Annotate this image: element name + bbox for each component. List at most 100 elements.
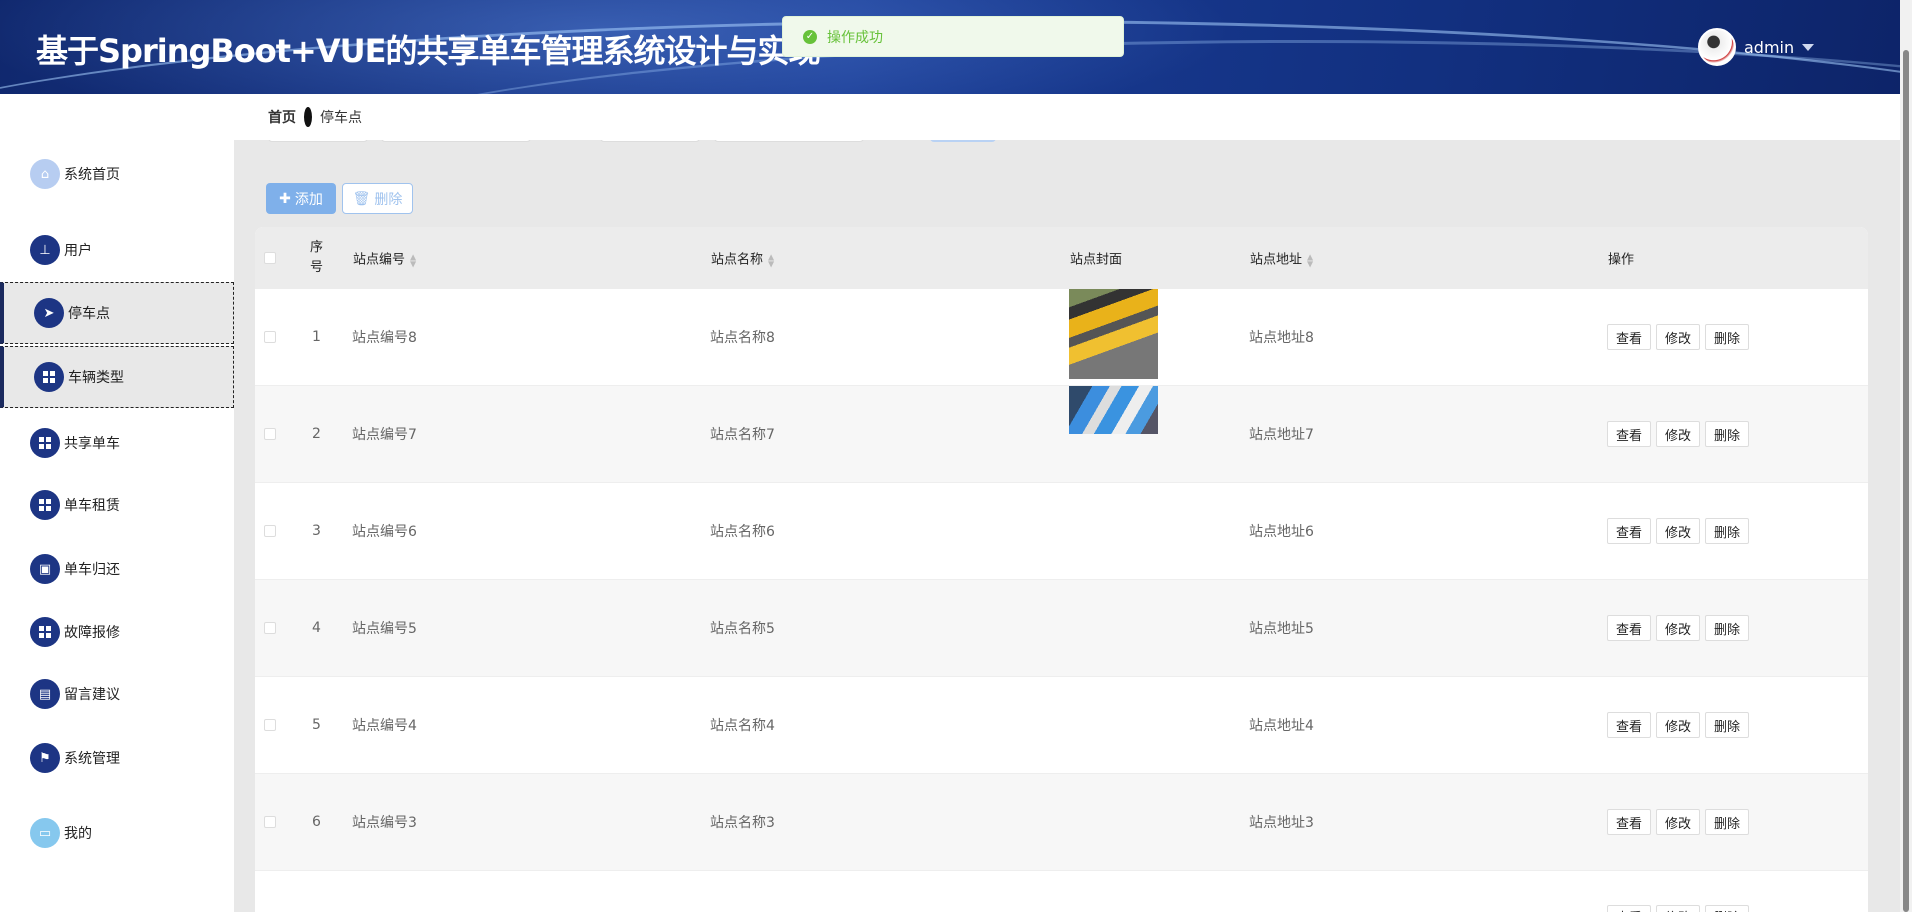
row-checkbox[interactable] bbox=[264, 622, 276, 634]
row-actions: 查看 修改 删除 bbox=[1607, 518, 1750, 544]
view-button[interactable]: 查看 bbox=[1607, 712, 1652, 738]
clipboard-icon: ▤ bbox=[30, 679, 60, 709]
view-button[interactable]: 查看 bbox=[1607, 421, 1652, 447]
row-actions: 查看 修改 删除 bbox=[1607, 809, 1750, 835]
edit-button[interactable]: 修改 bbox=[1656, 905, 1701, 912]
col-cover: 站点封面 bbox=[1070, 252, 1123, 268]
briefcase-icon: ▣ bbox=[30, 554, 60, 584]
delete-button[interactable]: 删除 bbox=[1705, 905, 1750, 912]
scrollbar-thumb[interactable] bbox=[1903, 50, 1909, 912]
add-button[interactable]: ✚ 添加 bbox=[266, 183, 336, 214]
page-scrollbar[interactable] bbox=[1900, 0, 1912, 912]
row-checkbox[interactable] bbox=[264, 525, 276, 537]
sidebar-item-return[interactable]: ▣ 单车归还 bbox=[0, 538, 234, 600]
delete-label: 删除 bbox=[374, 191, 403, 208]
table-header: 序号 站点编号 ▲ ▼ 站点名称 ▲ ▼ 站点封面 站点地址 ▲ ▼ 操作 bbox=[255, 227, 1868, 289]
edit-button[interactable]: 修改 bbox=[1656, 421, 1701, 447]
sort-icon[interactable]: ▲ ▼ bbox=[768, 253, 774, 268]
sidebar-item-mine[interactable]: ▭ 我的 bbox=[0, 802, 234, 864]
sidebar-item-label: 留言建议 bbox=[64, 687, 120, 703]
home-icon: ⌂ bbox=[30, 159, 60, 189]
sidebar-item-label: 单车归还 bbox=[64, 562, 120, 578]
station-code: 站点编号5 bbox=[352, 621, 417, 637]
edit-button[interactable]: 修改 bbox=[1656, 324, 1701, 350]
sidebar-item-user[interactable]: ⊥ 用户 bbox=[0, 219, 234, 281]
sidebar-item-label: 系统管理 bbox=[64, 751, 120, 767]
station-code: 站点编号8 bbox=[352, 330, 417, 346]
station-name: 站点名称8 bbox=[710, 330, 775, 346]
delete-button[interactable]: 删除 bbox=[1705, 518, 1750, 544]
breadcrumb-home[interactable]: 首页 bbox=[268, 107, 296, 127]
view-button[interactable]: 查看 bbox=[1607, 809, 1652, 835]
app-title: 基于SpringBoot+VUE的共享单车管理系统设计与实现 bbox=[36, 32, 820, 70]
row-actions: 查看 修改 删除 bbox=[1607, 324, 1750, 350]
station-address: 站点地址6 bbox=[1249, 524, 1314, 540]
sidebar-item-label: 系统首页 bbox=[64, 167, 120, 183]
station-cover-image[interactable] bbox=[1069, 289, 1158, 379]
check-circle-icon: ✓ bbox=[803, 29, 817, 44]
grid-icon bbox=[34, 362, 64, 392]
delete-button[interactable]: 删除 bbox=[1705, 421, 1750, 447]
sidebar-item-repair[interactable]: 故障报修 bbox=[0, 601, 234, 663]
table-row-partial: 查看 修改 删除 bbox=[255, 871, 1868, 912]
row-actions: 查看 修改 删除 bbox=[1607, 421, 1750, 447]
select-all-checkbox[interactable] bbox=[264, 252, 276, 264]
trash-icon: 🗑 bbox=[352, 190, 371, 207]
row-actions: 查看 修改 删除 bbox=[1607, 615, 1750, 641]
search-input[interactable] bbox=[714, 140, 864, 142]
col-code[interactable]: 站点编号 ▲ ▼ bbox=[353, 249, 416, 268]
search-button[interactable] bbox=[930, 140, 996, 142]
sidebar-item-rental[interactable]: 单车租赁 bbox=[0, 474, 234, 536]
edit-button[interactable]: 修改 bbox=[1656, 809, 1701, 835]
col-name[interactable]: 站点名称 ▲ ▼ bbox=[711, 249, 774, 268]
station-table: 序号 站点编号 ▲ ▼ 站点名称 ▲ ▼ 站点封面 站点地址 ▲ ▼ 操作 1 站点编号8 站点… bbox=[255, 227, 1868, 912]
sidebar-item-system[interactable]: ⚑ 系统管理 bbox=[0, 727, 234, 789]
delete-button[interactable]: 删除 bbox=[1705, 712, 1750, 738]
view-button[interactable]: 查看 bbox=[1607, 905, 1652, 912]
col-address[interactable]: 站点地址 ▲ ▼ bbox=[1250, 249, 1313, 268]
sidebar-item-vehicle-type[interactable]: 车辆类型 bbox=[0, 346, 234, 408]
station-name: 站点名称6 bbox=[710, 524, 775, 540]
paper-plane-icon: ➤ bbox=[34, 298, 64, 328]
view-button[interactable]: 查看 bbox=[1607, 518, 1652, 544]
search-input[interactable] bbox=[381, 140, 531, 142]
row-checkbox[interactable] bbox=[264, 816, 276, 828]
breadcrumb-separator bbox=[304, 107, 312, 127]
edit-button[interactable]: 修改 bbox=[1656, 518, 1701, 544]
caret-down-icon[interactable] bbox=[1802, 43, 1815, 51]
breadcrumb: 首页 停车点 bbox=[234, 94, 1900, 140]
sort-icon[interactable]: ▲ ▼ bbox=[410, 253, 416, 268]
sidebar-item-home[interactable]: ⌂ 系统首页 bbox=[0, 143, 234, 205]
station-address: 站点地址8 bbox=[1249, 330, 1314, 346]
delete-button[interactable]: 删除 bbox=[1705, 809, 1750, 835]
sort-icon[interactable]: ▲ ▼ bbox=[1307, 253, 1313, 268]
edit-button[interactable]: 修改 bbox=[1656, 712, 1701, 738]
delete-button[interactable]: 删除 bbox=[1705, 324, 1750, 350]
delete-button[interactable]: 删除 bbox=[1705, 615, 1750, 641]
view-button[interactable]: 查看 bbox=[1607, 615, 1652, 641]
row-checkbox[interactable] bbox=[264, 428, 276, 440]
view-button[interactable]: 查看 bbox=[1607, 324, 1652, 350]
row-checkbox[interactable] bbox=[264, 331, 276, 343]
sidebar-item-shared-bike[interactable]: 共享单车 bbox=[0, 412, 234, 474]
edit-button[interactable]: 修改 bbox=[1656, 615, 1701, 641]
station-code: 站点编号7 bbox=[352, 427, 417, 443]
username[interactable]: admin bbox=[1744, 38, 1794, 57]
grid-icon bbox=[30, 428, 60, 458]
search-input[interactable] bbox=[268, 140, 368, 142]
sidebar-item-feedback[interactable]: ▤ 留言建议 bbox=[0, 663, 234, 725]
sidebar-item-label: 车辆类型 bbox=[68, 370, 124, 386]
station-name: 站点名称7 bbox=[710, 427, 775, 443]
avatar[interactable] bbox=[1698, 28, 1736, 66]
sidebar-item-parking[interactable]: ➤ 停车点 bbox=[0, 282, 234, 344]
batch-delete-button[interactable]: 🗑 删除 bbox=[342, 183, 413, 214]
row-checkbox[interactable] bbox=[264, 719, 276, 731]
row-index: 4 bbox=[312, 620, 321, 636]
row-index: 1 bbox=[312, 329, 321, 345]
user-menu[interactable]: admin bbox=[1698, 28, 1815, 66]
search-input[interactable] bbox=[600, 140, 700, 142]
grid-icon bbox=[30, 490, 60, 520]
table-body: 1 站点编号8 站点名称8 站点地址8 查看 修改 删除 2 站点编号7 站点名称7 站点地址7 查看… bbox=[255, 289, 1868, 871]
station-cover-image[interactable] bbox=[1069, 386, 1158, 434]
row-actions: 查看 修改 删除 bbox=[1607, 905, 1750, 912]
